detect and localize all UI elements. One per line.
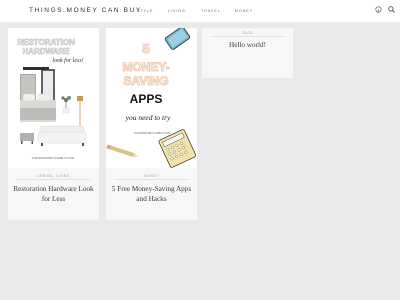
post-card-restoration-hardware[interactable]: RESTORATION HARDWARE look for less! THIN… [8,28,99,220]
image-heading-line-1: RESTORATION [17,38,75,47]
post-thumbnail[interactable]: 5 MONEY- SAVING APPS you need to try THI… [106,28,197,168]
image-site-text: THINGSMONEYCANBUY.COM [32,156,75,160]
divider [210,36,285,37]
site-logo[interactable]: THINGS.MONEY CAN BUY [29,7,142,14]
post-card-hello-world[interactable]: TAGS Hello world! [202,28,293,78]
image-script-text: you need to try [125,113,171,122]
nav-item-style[interactable]: STYLE [137,9,153,13]
post-title[interactable]: Restoration Hardware Look for Less [12,184,95,204]
image-heading-number: 5 [142,41,149,56]
image-heading-line-2: HARDWARE [22,47,70,56]
post-category[interactable]: MONEY [106,174,197,178]
divider [114,179,189,180]
post-card-money-saving-apps[interactable]: 5 MONEY- SAVING APPS you need to try THI… [106,28,197,220]
image-heading-line-3: SAVING [123,74,168,88]
image-heading-line-4: APPS [130,92,163,106]
image-heading-line-2: MONEY- [122,60,169,74]
post-category[interactable]: DESIGN, LIVING [8,174,99,178]
post-category[interactable]: TAGS [202,31,293,35]
pinterest-icon[interactable] [374,5,383,14]
search-icon[interactable] [387,5,396,14]
divider [16,179,91,180]
post-thumbnail[interactable]: RESTORATION HARDWARE look for less! THIN… [8,28,99,168]
nav-item-travel[interactable]: TRAVEL [201,9,221,13]
post-title[interactable]: Hello world! [206,40,289,50]
post-title[interactable]: 5 Free Money-Saving Apps and Hacks [110,184,193,204]
top-bar: THINGS.MONEY CAN BUY STYLE LIVING TRAVEL… [0,0,400,23]
nav-item-money[interactable]: MONEY [235,9,253,13]
image-script-text: look for less! [52,57,83,64]
image-site-text: THINGSMONEYCANBUY.COM [134,131,171,135]
nav-item-living[interactable]: LIVING [168,9,186,13]
